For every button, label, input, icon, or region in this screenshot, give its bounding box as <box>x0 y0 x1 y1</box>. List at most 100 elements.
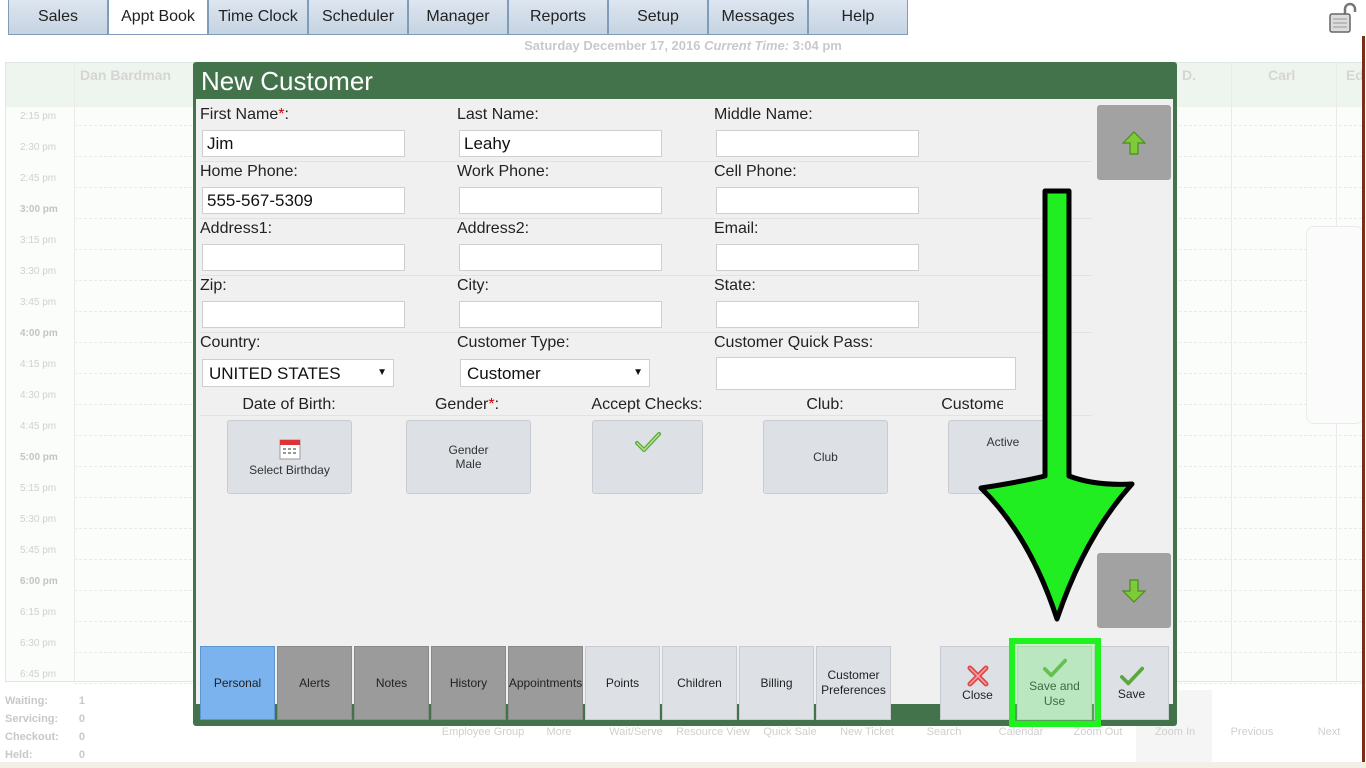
address1-input[interactable] <box>202 244 405 271</box>
save-button[interactable]: Save <box>1094 646 1169 720</box>
resource-view-button[interactable]: Resource View <box>676 726 750 738</box>
time-slot-label: 6:00 pm <box>20 576 58 587</box>
middle-name-input[interactable] <box>716 130 919 157</box>
address2-label: Address2: <box>457 220 530 237</box>
employee-column-header: Carl <box>1268 67 1296 83</box>
gender-button[interactable]: Gender Male <box>406 420 531 494</box>
dob-label: Date of Birth: <box>242 396 336 413</box>
time-slot-label: 4:45 pm <box>20 421 57 432</box>
checkmark-icon <box>1119 666 1144 685</box>
time-slot-label: 5:30 pm <box>20 514 57 525</box>
more-button[interactable]: More <box>546 726 571 738</box>
unlock-icon[interactable] <box>1328 2 1358 34</box>
nav-tab-reports[interactable]: Reports <box>508 0 608 35</box>
time-slot-label: 4:30 pm <box>20 390 57 401</box>
stat-label: Waiting: <box>5 695 48 707</box>
nav-tab-setup[interactable]: Setup <box>608 0 708 35</box>
employee-column-header: Dan Bardman <box>80 67 172 83</box>
email-label: Email: <box>714 220 759 237</box>
save-and-use-highlight <box>1009 638 1101 727</box>
time-slot-label: 2:15 pm <box>20 111 57 122</box>
nav-tab-time-clock[interactable]: Time Clock <box>208 0 308 35</box>
calendar-button[interactable]: Calendar <box>999 726 1044 738</box>
zip-input[interactable] <box>202 301 405 328</box>
time-slot-label: 2:45 pm <box>20 173 57 184</box>
state-input[interactable] <box>716 301 919 328</box>
current-time-label: Current Time: <box>704 38 790 53</box>
tab-children[interactable]: Children <box>662 646 737 720</box>
nav-tab-help[interactable]: Help <box>808 0 908 35</box>
window-edge <box>1362 36 1365 766</box>
zoom-in-button[interactable]: Zoom In <box>1155 726 1195 738</box>
up-arrow-icon <box>1121 130 1147 155</box>
country-select[interactable]: UNITED STATES ▼ <box>202 359 394 387</box>
club-label: Club: <box>806 396 844 413</box>
nav-tab-sales[interactable]: Sales <box>8 0 108 35</box>
country-label: Country: <box>200 334 261 351</box>
zip-label: Zip: <box>200 277 227 294</box>
dropdown-caret-icon: ▼ <box>377 367 387 378</box>
accept-checks-toggle[interactable] <box>592 420 703 494</box>
tab-billing[interactable]: Billing <box>739 646 814 720</box>
tab-points[interactable]: Points <box>585 646 660 720</box>
window-bottom-edge <box>0 762 1366 768</box>
time-slot-label: 3:00 pm <box>20 204 58 215</box>
close-button[interactable]: Close <box>940 646 1015 720</box>
search-button[interactable]: Search <box>927 726 962 738</box>
tab-appointments[interactable]: Appointments <box>508 646 583 720</box>
home-phone-input[interactable] <box>202 187 405 214</box>
zoom-out-button[interactable]: Zoom Out <box>1074 726 1123 738</box>
work-phone-input[interactable] <box>459 187 662 214</box>
current-date-bar: Saturday December 17, 2016 Current Time:… <box>0 38 1366 53</box>
time-slot-label: 3:45 pm <box>20 297 57 308</box>
accept-checks-label: Accept Checks: <box>591 396 703 413</box>
stat-value: 1 <box>78 695 85 707</box>
customer-type-select[interactable]: Customer ▼ <box>460 359 650 387</box>
tab-history[interactable]: History <box>431 646 506 720</box>
city-label: City: <box>457 277 489 294</box>
club-button[interactable]: Club <box>763 420 888 494</box>
time-slot-label: 3:15 pm <box>20 235 57 246</box>
employee-column-header: D. <box>1182 67 1196 83</box>
select-birthday-button[interactable]: Select Birthday <box>227 420 352 494</box>
quick-pass-input[interactable] <box>716 357 1016 390</box>
current-time: 3:04 pm <box>792 38 842 53</box>
address1-label: Address1: <box>200 220 273 237</box>
tab-alerts[interactable]: Alerts <box>277 646 352 720</box>
cell-phone-input[interactable] <box>716 187 919 214</box>
nav-tab-messages[interactable]: Messages <box>708 0 808 35</box>
calendar-icon <box>279 439 300 459</box>
last-name-input[interactable] <box>459 130 662 157</box>
work-phone-label: Work Phone: <box>457 163 550 180</box>
checkmark-icon <box>634 432 661 452</box>
scroll-up-button[interactable] <box>1097 105 1171 180</box>
nav-tab-appt-book[interactable]: Appt Book <box>108 0 208 35</box>
previous-button[interactable]: Previous <box>1231 726 1274 738</box>
home-phone-label: Home Phone: <box>200 163 298 180</box>
wait-serve-button[interactable]: Wait/Serve <box>609 726 662 738</box>
time-slot-label: 5:45 pm <box>20 545 57 556</box>
nav-tab-manager[interactable]: Manager <box>408 0 508 35</box>
annotation-arrow-icon <box>978 188 1135 622</box>
address2-input[interactable] <box>459 244 662 271</box>
tab-customer-preferences[interactable]: Customer Preferences <box>816 646 891 720</box>
first-name-input[interactable] <box>202 130 405 157</box>
customer-type-label: Customer Type: <box>457 334 570 351</box>
quick-sale-button[interactable]: Quick Sale <box>763 726 816 738</box>
time-slot-label: 6:30 pm <box>20 638 57 649</box>
next-button[interactable]: Next <box>1318 726 1341 738</box>
time-slot-label: 5:15 pm <box>20 483 57 494</box>
time-slot-label: 4:00 pm <box>20 328 58 339</box>
employee-group-button[interactable]: Employee Group <box>442 726 525 738</box>
top-nav: Sales Appt Book Time Clock Scheduler Man… <box>8 0 908 35</box>
nav-tab-scheduler[interactable]: Scheduler <box>308 0 408 35</box>
tab-notes[interactable]: Notes <box>354 646 429 720</box>
new-ticket-button[interactable]: New Ticket <box>840 726 894 738</box>
city-input[interactable] <box>459 301 662 328</box>
time-slot-label: 3:30 pm <box>20 266 57 277</box>
gender-label: Gender*: <box>434 396 500 413</box>
tab-personal[interactable]: Personal <box>200 646 275 720</box>
email-input[interactable] <box>716 244 919 271</box>
side-nav-panel <box>1306 226 1364 424</box>
state-label: State: <box>714 277 756 294</box>
